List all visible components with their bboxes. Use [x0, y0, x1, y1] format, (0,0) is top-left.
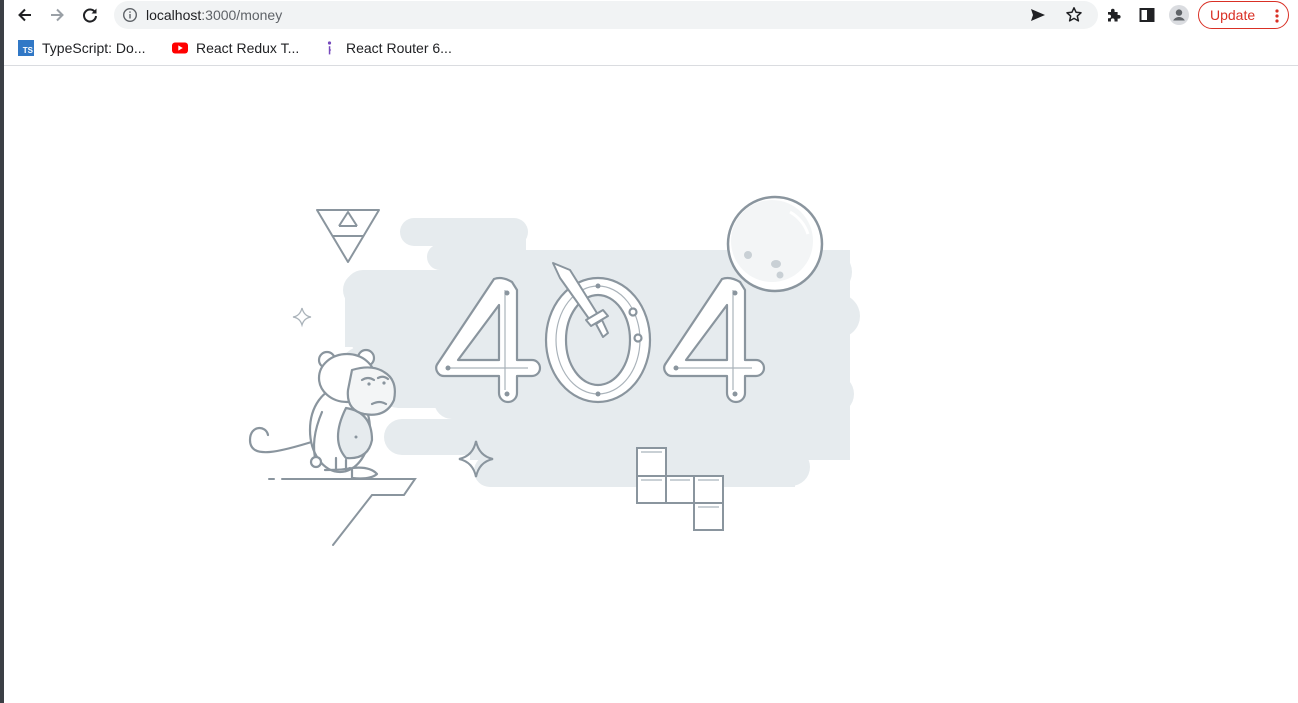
octocat-character	[248, 348, 396, 480]
youtube-icon	[172, 40, 188, 56]
typescript-icon-text: TS	[22, 46, 33, 55]
profile-avatar-icon	[1169, 5, 1189, 25]
side-panel-icon	[1139, 8, 1155, 22]
star-icon[interactable]	[1064, 5, 1084, 25]
cliff-ledge	[268, 478, 417, 546]
puzzle-icon	[1108, 8, 1121, 22]
forward-button[interactable]	[45, 3, 69, 27]
reload-icon	[83, 8, 97, 23]
arrow-left-icon	[18, 8, 31, 22]
profile-button[interactable]	[1167, 3, 1191, 27]
moon-shape	[726, 195, 824, 293]
bookmarks-bar: TS TypeScript: Do... React Redux T... Re…	[4, 30, 1298, 66]
triangle-shape	[316, 209, 380, 263]
bookmark-label: TypeScript: Do...	[42, 40, 146, 56]
info-icon[interactable]	[122, 7, 138, 23]
update-label: Update	[1210, 7, 1256, 23]
bookmark-typescript[interactable]: TS TypeScript: Do...	[18, 38, 145, 58]
bookmark-favicon	[322, 40, 338, 56]
sparkle-small	[292, 307, 312, 328]
url-path: :3000/money	[201, 7, 283, 23]
extensions-button[interactable]	[1102, 3, 1126, 27]
address-bar[interactable]: localhost:3000/money	[114, 1, 1098, 29]
arrow-right-icon	[51, 8, 64, 22]
back-button[interactable]	[13, 3, 37, 27]
browser-toolbar: localhost:3000/money Update	[4, 0, 1298, 30]
digit-zero	[544, 276, 652, 404]
url-host: localhost	[146, 7, 202, 23]
404-octocat-illustration	[248, 195, 860, 546]
url-text[interactable]: localhost:3000/money	[146, 7, 282, 23]
bookmark-react-redux[interactable]: React Redux T...	[172, 38, 299, 58]
send-tab-icon[interactable]	[1028, 5, 1048, 25]
bookmark-label: React Redux T...	[196, 40, 300, 56]
reload-button[interactable]	[78, 3, 102, 27]
bookmark-label: React Router 6...	[346, 40, 452, 56]
kebab-menu-icon[interactable]	[1275, 9, 1279, 23]
update-button[interactable]: Update	[1198, 1, 1289, 29]
side-panel-button[interactable]	[1135, 3, 1159, 27]
bookmark-react-router[interactable]: React Router 6...	[322, 38, 452, 58]
typescript-icon: TS	[18, 40, 34, 56]
